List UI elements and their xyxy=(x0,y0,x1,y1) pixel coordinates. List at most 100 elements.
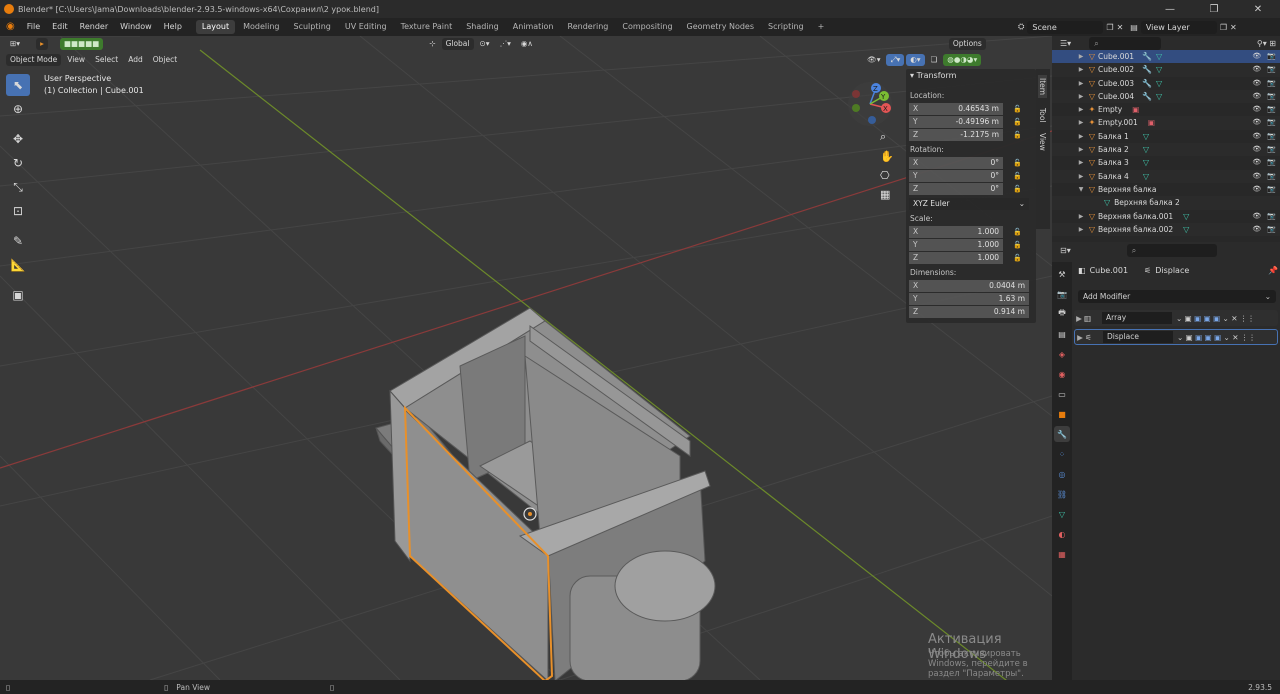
eye-icon[interactable]: 👁 xyxy=(1252,63,1261,76)
lock-icon[interactable]: 🔓 xyxy=(1013,185,1022,193)
scale-x-field[interactable]: X 1.000 xyxy=(909,225,1003,238)
scale-tool-icon[interactable]: ⤡ xyxy=(6,176,30,198)
options-dropdown[interactable]: Options xyxy=(948,38,986,50)
outliner-row-verkhnyaya-balka-2[interactable]: ▽ Верхняя балка 2 xyxy=(1052,196,1280,210)
rotation-mode-dropdown[interactable]: XYZ Euler ⌄ xyxy=(909,197,1029,210)
mesh-data-icon[interactable]: ▽ xyxy=(1156,63,1162,76)
lock-icon[interactable]: 🔓 xyxy=(1013,254,1022,262)
eye-icon[interactable]: 👁 xyxy=(1252,156,1261,169)
add-modifier-dropdown[interactable]: Add Modifier ⌄ xyxy=(1078,290,1276,303)
mesh-data-icon[interactable]: ▽ xyxy=(1183,223,1189,236)
eye-icon[interactable]: 👁 xyxy=(1252,210,1261,223)
camera-icon[interactable]: 📷 xyxy=(1267,116,1276,129)
constraints-tab-icon[interactable]: ⛓ xyxy=(1054,486,1070,502)
eye-icon[interactable]: 👁 xyxy=(1252,103,1261,116)
lock-icon[interactable]: 🔓 xyxy=(1013,228,1022,236)
blender-menu-icon[interactable]: ◉ xyxy=(0,18,21,36)
zoom-icon[interactable]: ⌕ xyxy=(880,130,894,144)
eye-icon[interactable]: 👁 xyxy=(1252,223,1261,236)
overlay-toggle-icon[interactable]: ◐▾ xyxy=(906,54,925,66)
pivot-icon[interactable]: ⊙▾ xyxy=(476,38,494,50)
menu-render[interactable]: Render xyxy=(74,18,114,36)
location-x-field[interactable]: X 0.46543 m xyxy=(909,102,1003,115)
add-workspace-button[interactable]: + xyxy=(812,20,831,34)
minimize-button[interactable]: — xyxy=(1148,4,1192,15)
menu-file[interactable]: File xyxy=(21,18,46,36)
modifier-icon[interactable]: 🔧 xyxy=(1142,50,1152,63)
outliner-row-empty[interactable]: ▶ ✦ Empty ▣ 👁 📷 xyxy=(1052,103,1280,116)
outliner-row-verkhnyaya-balka-002[interactable]: ▶ ▽ Верхняя балка.002 ▽ 👁 📷 xyxy=(1052,222,1280,237)
new-view-layer-icon[interactable]: ❐ xyxy=(1220,23,1227,32)
navigation-gizmo[interactable]: X Y Z xyxy=(848,82,892,126)
tab-geometry-nodes[interactable]: Geometry Nodes xyxy=(681,20,760,34)
annotate-tool-icon[interactable]: ✎ xyxy=(6,230,30,252)
collection-tab-icon[interactable]: ▭ xyxy=(1054,386,1070,402)
camera-icon[interactable]: 📷 xyxy=(1267,77,1276,90)
physics-tab-icon[interactable]: ◎ xyxy=(1054,466,1070,482)
particles-tab-icon[interactable]: ⁘ xyxy=(1054,446,1070,462)
delete-scene-icon[interactable]: ✕ xyxy=(1117,23,1124,32)
modifier-icon[interactable]: 🔧 xyxy=(1142,63,1152,76)
camera-icon[interactable]: 📷 xyxy=(1267,170,1276,183)
view-layer-tab-icon[interactable]: ▤ xyxy=(1054,326,1070,342)
tab-scripting[interactable]: Scripting xyxy=(762,20,810,34)
world-tab-icon[interactable]: ◉ xyxy=(1054,366,1070,382)
eye-icon[interactable]: 👁 xyxy=(1252,143,1261,156)
modifier-array-panel[interactable]: ▶ ▥ Array ⌄ ▣ ▣ ▣ ▣ ⌄ ✕ ⋮⋮ xyxy=(1074,310,1278,326)
render-tab-icon[interactable]: 📷 xyxy=(1054,286,1070,302)
tool-tab-icon[interactable]: ⚒ xyxy=(1054,266,1070,282)
scale-z-field[interactable]: Z 1.000 xyxy=(909,251,1003,264)
dimensions-z-field[interactable]: Z 0.914 m xyxy=(909,305,1029,318)
rotation-x-field[interactable]: X 0° xyxy=(909,156,1003,169)
dimensions-y-field[interactable]: Y 1.63 m xyxy=(909,292,1029,305)
modifier-toggle-icons[interactable]: ⌄ ▣ ▣ ▣ ▣ ⌄ ✕ ⋮⋮ xyxy=(1176,314,1255,323)
menu-window[interactable]: Window xyxy=(114,18,158,36)
modifier-displace-name-field[interactable]: Displace xyxy=(1103,331,1173,343)
texture-tab-icon[interactable]: ▦ xyxy=(1054,546,1070,562)
eye-icon[interactable]: 👁 xyxy=(1252,90,1261,103)
tab-view[interactable]: View xyxy=(1038,133,1047,151)
tab-compositing[interactable]: Compositing xyxy=(616,20,678,34)
shading-modes-icon[interactable]: ◍●◑◕▾ xyxy=(943,54,982,66)
tab-texture-paint[interactable]: Texture Paint xyxy=(395,20,459,34)
scale-y-field[interactable]: Y 1.000 xyxy=(909,238,1003,251)
tab-sculpting[interactable]: Sculpting xyxy=(288,20,337,34)
3d-viewport[interactable]: X Y Z User Perspective (1) Collection | … xyxy=(0,36,1052,680)
rotate-tool-icon[interactable]: ↻ xyxy=(6,152,30,174)
tab-animation[interactable]: Animation xyxy=(507,20,560,34)
outliner-row-balka-2[interactable]: ▶ ▽ Балка 2 ▽ 👁 📷 xyxy=(1052,143,1280,157)
delete-view-layer-icon[interactable]: ✕ xyxy=(1230,23,1237,32)
outliner-row-empty-001[interactable]: ▶ ✦ Empty.001 ▣ 👁 📷 xyxy=(1052,116,1280,130)
mesh-data-icon[interactable]: ▽ xyxy=(1156,90,1162,103)
close-button[interactable]: ✕ xyxy=(1236,4,1280,15)
menu-add[interactable]: Add xyxy=(124,54,147,66)
image-empty-icon[interactable]: ▣ xyxy=(1148,116,1155,129)
tab-layout[interactable]: Layout xyxy=(195,20,236,34)
eye-icon[interactable]: 👁 xyxy=(1252,50,1261,63)
outliner-row-verkhnyaya-balka[interactable]: ▼ ▽ Верхняя балка 👁 📷 xyxy=(1052,183,1280,196)
eye-icon[interactable]: 👁 xyxy=(1252,170,1261,183)
perspective-grid-icon[interactable]: ▦ xyxy=(880,188,894,201)
outliner-row-cube-001[interactable]: ▶ ▽ Cube.001 🔧 ▽ 👁 📷 xyxy=(1052,50,1280,64)
filter-icon[interactable]: ⚲▾ ⊞ xyxy=(1257,39,1280,48)
image-empty-icon[interactable]: ▣ xyxy=(1132,103,1139,116)
camera-icon[interactable]: 📷 xyxy=(1267,143,1276,156)
outliner-row-verkhnyaya-balka-001[interactable]: ▶ ▽ Верхняя балка.001 ▽ 👁 📷 xyxy=(1052,210,1280,223)
menu-object[interactable]: Object xyxy=(149,54,181,66)
camera-icon[interactable]: 📷 xyxy=(1267,183,1276,196)
move-tool-icon[interactable]: ✥ xyxy=(6,128,30,150)
tab-rendering[interactable]: Rendering xyxy=(562,20,615,34)
outliner-search-input[interactable]: ⌕ xyxy=(1089,36,1162,50)
eye-icon[interactable]: 👁 xyxy=(1252,183,1261,196)
transform-header[interactable]: ▾ Transform xyxy=(906,69,1036,83)
menu-select[interactable]: Select xyxy=(91,54,122,66)
tab-uv-editing[interactable]: UV Editing xyxy=(339,20,393,34)
transform-tool-icon[interactable]: ⊡ xyxy=(6,200,30,222)
visibility-icon[interactable]: 👁▾ xyxy=(863,54,884,66)
outliner-row-cube-003[interactable]: ▶ ▽ Cube.003 🔧 ▽ 👁 📷 xyxy=(1052,77,1280,90)
outliner-row-balka-4[interactable]: ▶ ▽ Балка 4 ▽ 👁 📷 xyxy=(1052,169,1280,183)
location-z-field[interactable]: Z -1.2175 m xyxy=(909,128,1003,141)
outliner-row-cube-004[interactable]: ▶ ▽ Cube.004 🔧 ▽ 👁 📷 xyxy=(1052,89,1280,104)
tab-item[interactable]: Item xyxy=(1038,75,1047,99)
mesh-data-icon[interactable]: ▽ xyxy=(1143,170,1149,183)
